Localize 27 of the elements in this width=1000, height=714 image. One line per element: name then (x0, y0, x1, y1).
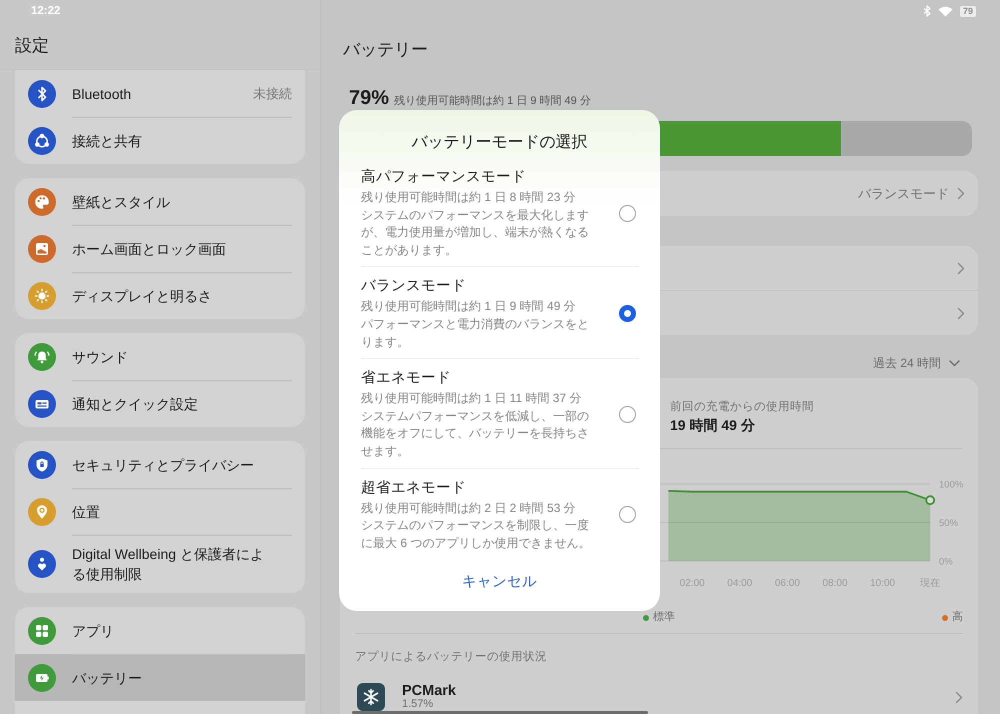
mode-title: バランスモード (361, 277, 467, 296)
remaining-time-text: 残り使用可能時間は約 1 日 11 時間 37 分 (361, 390, 582, 408)
dialog-title: バッテリーモードの選択 (412, 133, 588, 153)
mode-description: システムのパフォーマンスを制限し、一度に最大 6 つのアプリしか使用できません。 (361, 517, 592, 552)
usage-value: 19 時間 49 分 (670, 416, 756, 435)
remaining-time-text: 残り使用可能時間は約 1 日 9 時間 49 分 (394, 94, 591, 109)
section-heading: アプリによるバッテリーの使用状況 (355, 649, 547, 665)
mode-title: 高パフォーマンスモード (361, 168, 527, 187)
page-title: バッテリー (342, 39, 428, 61)
usage-label: 前回の充電からの使用時間 (670, 399, 815, 415)
mode-title: 省エネモード (361, 369, 452, 388)
app-name: PCMark (402, 683, 456, 699)
page-title: 設定 (15, 34, 49, 56)
mode-description: システムパフォーマンスを低減し、一部の機能をオフにして、バッテリーを長持ちさせます。 (361, 408, 590, 460)
mode-description: システムのパフォーマンスを最大化しますが、電力使用量が増加し、端末が熱くなることがあります。 (361, 206, 590, 259)
mode-description: パフォーマンスと電力消費のバランスをとります。 (361, 316, 590, 351)
status-text: 未接続 (253, 84, 292, 102)
app-usage-percent: 1.57% (402, 699, 434, 710)
status-time: 12:22 (30, 4, 60, 19)
legend-label: 高 (952, 611, 963, 624)
legend-label: 標準 (653, 611, 675, 624)
remaining-time-text: 残り使用可能時間は約 1 日 8 時間 23 分 (361, 189, 577, 206)
battery-percent: 79% (349, 87, 390, 109)
remaining-time-text: 残り使用可能時間は約 1 日 9 時間 49 分 (361, 298, 577, 316)
remaining-time-text: 残り使用可能時間は約 2 日 2 時間 53 分 (361, 500, 577, 517)
mode-title: 超省エネモード (361, 478, 467, 498)
battery-status: 79 (960, 6, 976, 16)
